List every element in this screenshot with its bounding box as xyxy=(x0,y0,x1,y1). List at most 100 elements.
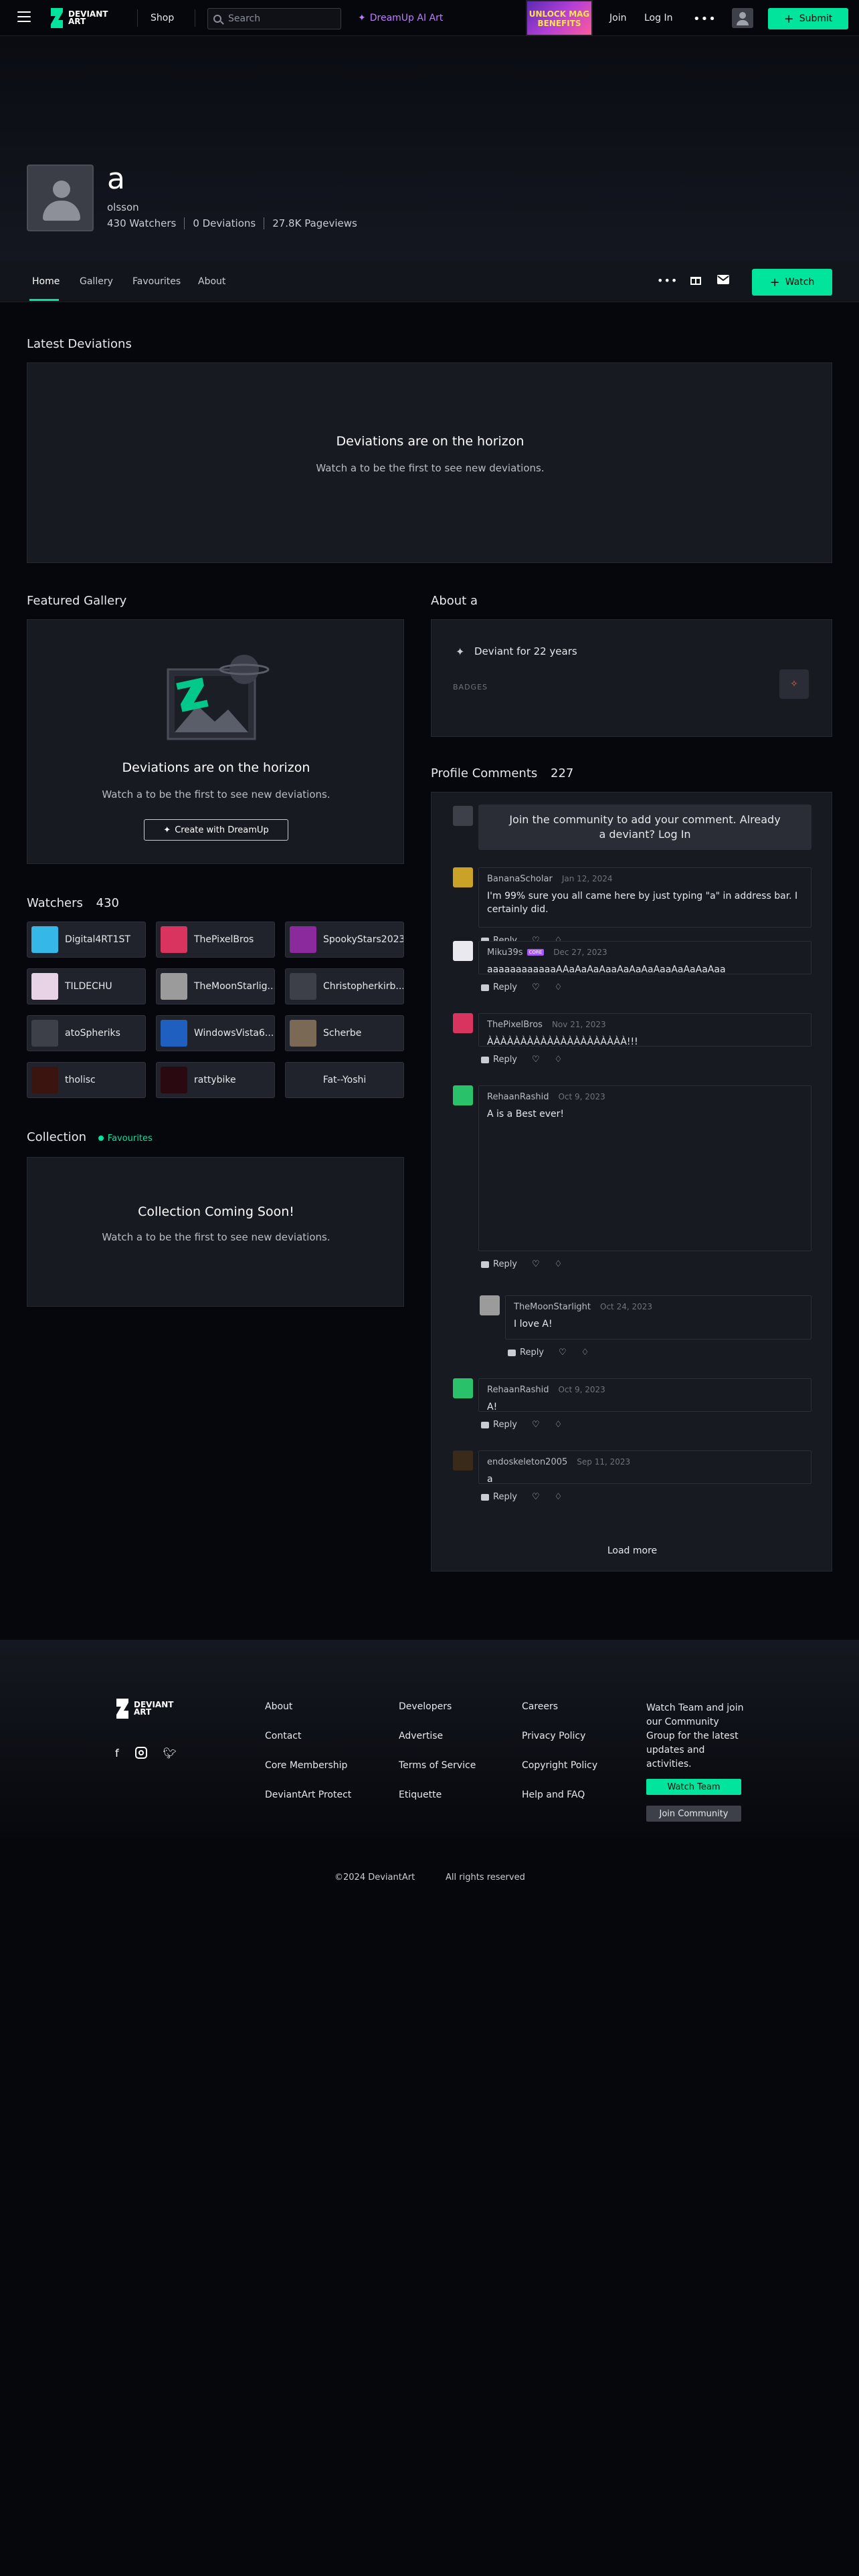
footer-link[interactable]: Etiquette xyxy=(399,1790,442,1800)
footer-link[interactable]: Core Membership xyxy=(265,1760,347,1771)
footer-link[interactable]: Copyright Policy xyxy=(522,1760,597,1771)
reply-button[interactable]: Reply xyxy=(481,982,517,992)
like-icon[interactable]: ♡ xyxy=(532,1055,540,1065)
footer-link[interactable]: Careers xyxy=(522,1701,558,1712)
tab-favourites[interactable]: Favourites xyxy=(132,276,181,287)
footer-link[interactable]: Terms of Service xyxy=(399,1760,476,1771)
footer-link[interactable]: Advertise xyxy=(399,1731,443,1741)
shop-link[interactable]: Shop xyxy=(151,13,174,23)
comment-date[interactable]: Oct 24, 2023 xyxy=(600,1302,652,1311)
watcher-card[interactable]: ThePixelBros xyxy=(156,922,275,958)
watcher-card[interactable]: tholisc xyxy=(27,1062,146,1098)
commenter-name[interactable]: endoskeleton2005 xyxy=(487,1457,567,1467)
footer-link[interactable]: Contact xyxy=(265,1731,301,1741)
award-icon[interactable]: ♢ xyxy=(555,1492,563,1502)
award-icon[interactable]: ♢ xyxy=(555,1259,563,1269)
join-community-button[interactable]: Join Community xyxy=(646,1806,741,1822)
watcher-card[interactable]: Fat--Yoshi xyxy=(285,1062,404,1098)
menu-icon[interactable] xyxy=(17,11,31,23)
footer-logo[interactable]: DEVIANT ART xyxy=(115,1699,174,1719)
like-icon[interactable]: ♡ xyxy=(532,1420,540,1430)
load-more-button[interactable]: Load more xyxy=(432,1545,833,1556)
comment-date[interactable]: Jan 12, 2024 xyxy=(562,874,613,883)
tab-about[interactable]: About xyxy=(198,276,225,287)
commenter-avatar[interactable] xyxy=(453,1085,473,1105)
commenter-name[interactable]: ThePixelBros xyxy=(487,1020,543,1030)
collection-empty-title: Collection Coming Soon! xyxy=(138,1204,294,1219)
commenter-avatar[interactable] xyxy=(453,941,473,961)
message-icon[interactable] xyxy=(717,274,729,287)
more-options-icon[interactable]: ••• xyxy=(657,274,678,287)
commenter-avatar[interactable] xyxy=(480,1295,500,1315)
watcher-card[interactable]: TheMoonStarlig... xyxy=(156,968,275,1004)
twitter-icon[interactable]: 🐦︎ xyxy=(163,1747,177,1759)
comment-actions: Reply ♡ ♢ xyxy=(481,1055,562,1065)
watcher-card[interactable]: Scherbe xyxy=(285,1015,404,1051)
submit-button[interactable]: + Submit xyxy=(768,8,848,29)
commenter-name[interactable]: RehaanRashid xyxy=(487,1385,549,1395)
comment-date[interactable]: Oct 9, 2023 xyxy=(558,1092,605,1101)
footer-link[interactable]: Help and FAQ xyxy=(522,1790,585,1800)
watch-team-button[interactable]: Watch Team xyxy=(646,1779,741,1795)
more-options-icon[interactable]: ••• xyxy=(693,12,717,26)
watch-button[interactable]: + Watch xyxy=(752,269,832,296)
login-link[interactable]: Log In xyxy=(644,13,672,23)
comment-date[interactable]: Nov 21, 2023 xyxy=(552,1020,606,1029)
award-icon[interactable]: ♢ xyxy=(555,1420,563,1430)
watcher-card[interactable]: SpookyStars2023 xyxy=(285,922,404,958)
badge-icon[interactable]: ✧ xyxy=(779,669,809,699)
sparkle-icon: ✦ xyxy=(358,13,366,23)
footer-link[interactable]: Privacy Policy xyxy=(522,1731,585,1741)
comment-date[interactable]: Sep 11, 2023 xyxy=(577,1457,630,1467)
reply-button[interactable]: Reply xyxy=(481,1492,517,1502)
tab-gallery[interactable]: Gallery xyxy=(80,276,113,287)
footer-link[interactable]: DeviantArt Protect xyxy=(265,1790,351,1800)
watcher-card[interactable]: WindowsVista6... xyxy=(156,1015,275,1051)
commenter-name[interactable]: Miku39s xyxy=(487,948,523,958)
favourites-chip[interactable]: Favourites xyxy=(98,1134,153,1144)
cta-label: Create with DreamUp xyxy=(175,825,269,835)
reply-button[interactable]: Reply xyxy=(508,1348,544,1358)
award-icon[interactable]: ♢ xyxy=(555,982,563,992)
award-icon[interactable]: ♢ xyxy=(555,1055,563,1065)
watcher-card[interactable]: TILDECHU xyxy=(27,968,146,1004)
watchers-count[interactable]: 430 Watchers xyxy=(107,217,176,229)
award-icon[interactable]: ♢ xyxy=(581,1348,589,1358)
comment-date[interactable]: Dec 27, 2023 xyxy=(553,948,607,957)
commenter-name[interactable]: BananaScholar xyxy=(487,874,553,884)
instagram-icon[interactable] xyxy=(134,1747,147,1759)
latest-deviations-panel: Deviations are on the horizon Watch a to… xyxy=(27,362,832,563)
create-with-dreamup-button[interactable]: ✦ Create with DreamUp xyxy=(144,819,288,841)
watcher-card[interactable]: Digital4RT1ST xyxy=(27,922,146,958)
watcher-card[interactable]: rattybike xyxy=(156,1062,275,1098)
commenter-avatar[interactable] xyxy=(453,1451,473,1471)
user-avatar-icon[interactable] xyxy=(732,8,753,28)
comment-date[interactable]: Oct 9, 2023 xyxy=(558,1385,605,1394)
ad-banner[interactable]: UNLOCK MAG BENEFITS xyxy=(526,0,593,36)
commenter-name[interactable]: RehaanRashid xyxy=(487,1092,549,1102)
join-link[interactable]: Join xyxy=(609,13,626,23)
like-icon[interactable]: ♡ xyxy=(559,1348,567,1358)
facebook-icon[interactable]: f xyxy=(115,1747,119,1759)
watcher-card[interactable]: Christopherkirb... xyxy=(285,968,404,1004)
like-icon[interactable]: ♡ xyxy=(532,1492,540,1502)
tab-home[interactable]: Home xyxy=(32,276,60,287)
search-input[interactable]: Search xyxy=(207,8,341,29)
commenter-avatar[interactable] xyxy=(453,1378,473,1398)
reply-button[interactable]: Reply xyxy=(481,1055,517,1065)
dreamup-link[interactable]: ✦ DreamUp AI Art xyxy=(358,13,443,23)
like-icon[interactable]: ♡ xyxy=(532,1259,540,1269)
commenter-avatar[interactable] xyxy=(453,1013,473,1033)
footer-link[interactable]: About xyxy=(265,1701,292,1712)
commenter-avatar[interactable] xyxy=(453,867,473,887)
commenter-name[interactable]: TheMoonStarlight xyxy=(514,1302,591,1312)
watcher-card[interactable]: atoSpheriks xyxy=(27,1015,146,1051)
reply-button[interactable]: Reply xyxy=(481,1259,517,1269)
deviantart-logo[interactable]: DEVIANT ART xyxy=(50,8,108,28)
like-icon[interactable]: ♡ xyxy=(532,982,540,992)
footer-link[interactable]: Developers xyxy=(399,1701,452,1712)
reply-button[interactable]: Reply xyxy=(481,1420,517,1430)
deviations-count[interactable]: 0 Deviations xyxy=(193,217,256,229)
join-to-comment-box[interactable]: Join the community to add your comment. … xyxy=(478,804,812,850)
gift-icon[interactable] xyxy=(690,274,701,288)
